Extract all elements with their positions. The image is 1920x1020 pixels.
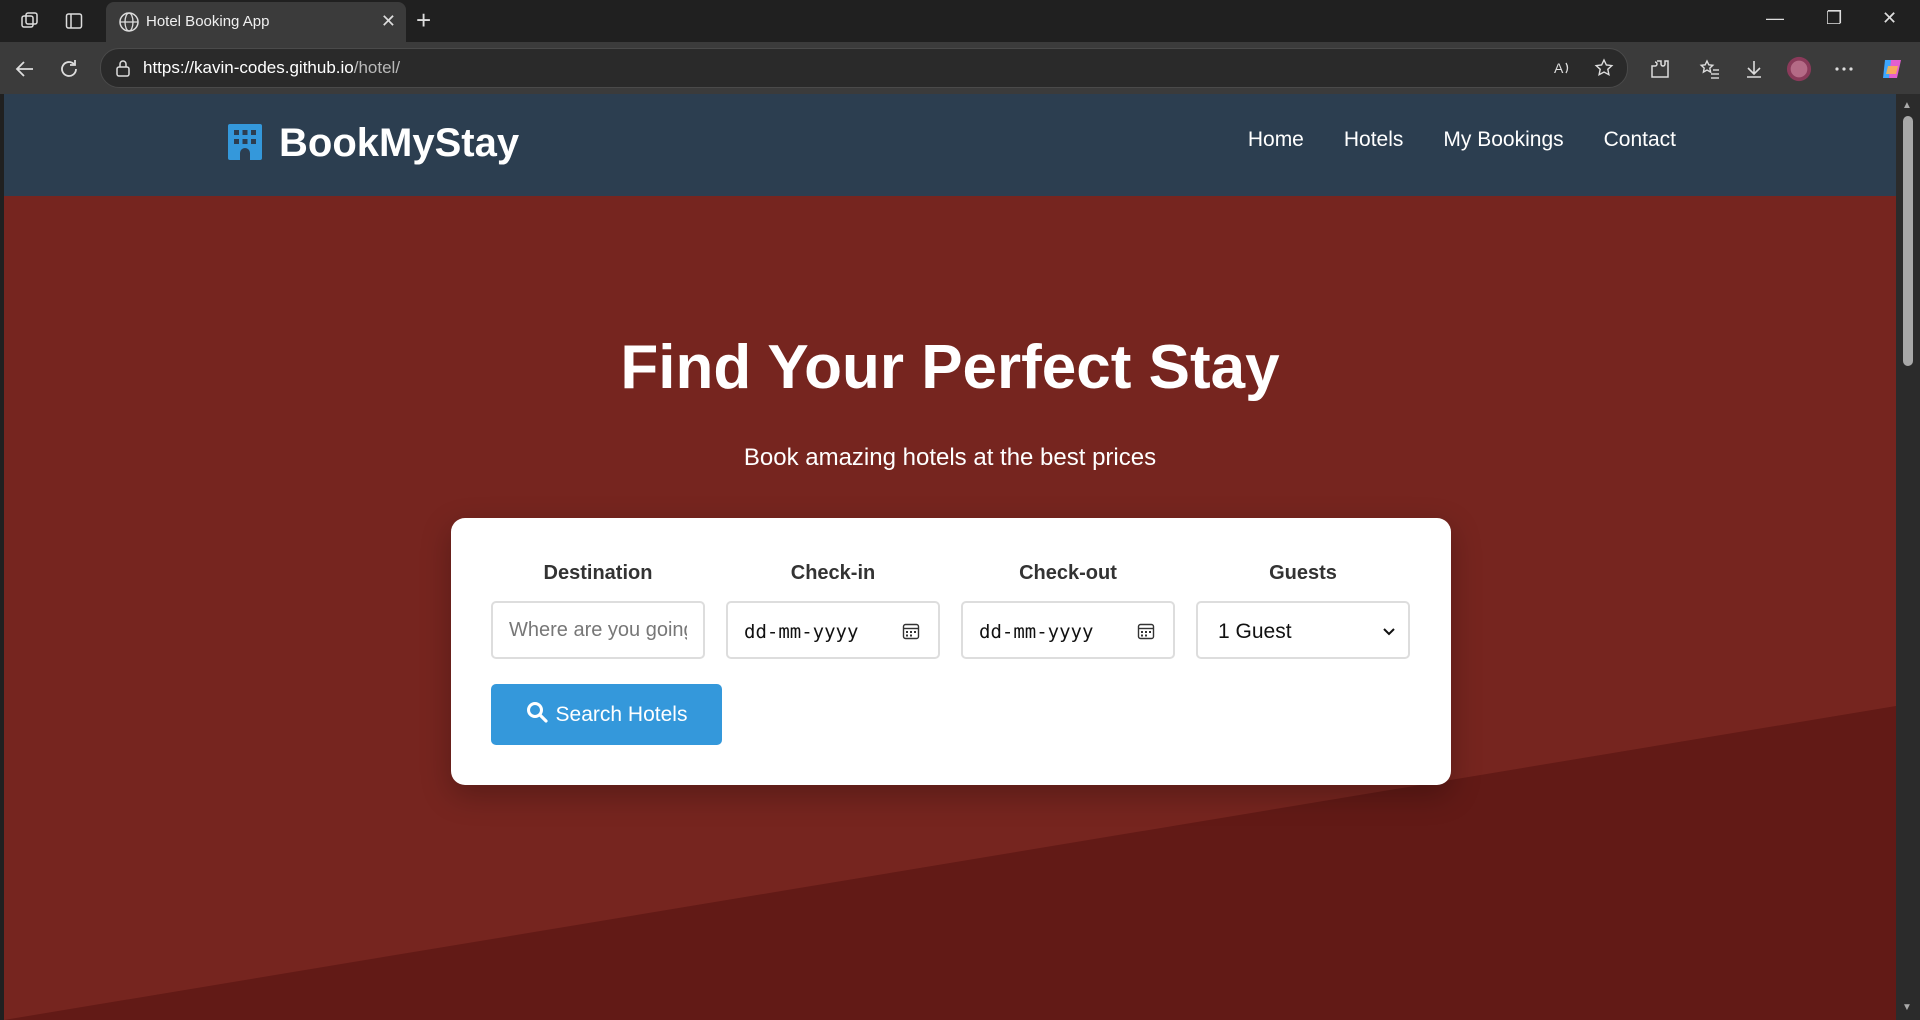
scroll-thumb[interactable] <box>1903 116 1913 366</box>
extensions-icon[interactable] <box>1647 56 1673 82</box>
page-scrollbar[interactable]: ▲ ▼ <box>1896 94 1920 1020</box>
browser-toolbar: https://kavin-codes.github.io/hotel/ A <box>0 42 1920 94</box>
nav-contact[interactable]: Contact <box>1604 128 1676 152</box>
globe-icon <box>118 11 140 38</box>
hero-title: Find Your Perfect Stay <box>620 333 1280 402</box>
search-button-label: Search Hotels <box>555 702 688 726</box>
tab-title: Hotel Booking App <box>146 13 270 30</box>
close-icon[interactable]: ✕ <box>381 12 396 30</box>
checkout-placeholder: dd-mm-yyyy <box>979 621 1094 643</box>
favorite-icon[interactable] <box>1594 58 1614 83</box>
destination-label: Destination <box>543 562 653 584</box>
search-form: Destination Check-in dd-mm-yyyy Check-ou… <box>451 518 1451 785</box>
calendar-icon[interactable] <box>1137 622 1155 645</box>
page-viewport: BookMyStay Home Hotels My Bookings Conta… <box>4 94 1896 1020</box>
new-tab-icon[interactable]: + <box>416 7 431 33</box>
scroll-up-icon[interactable]: ▲ <box>1902 100 1912 111</box>
hero-subtitle: Book amazing hotels at the best prices <box>743 444 1157 471</box>
guests-select[interactable]: 1 Guest <box>1196 601 1410 659</box>
nav-home[interactable]: Home <box>1248 128 1304 152</box>
checkin-placeholder: dd-mm-yyyy <box>744 621 859 643</box>
url-text: https://kavin-codes.github.io/hotel/ <box>143 58 400 78</box>
favorites-icon[interactable] <box>1697 56 1723 82</box>
window-close-icon[interactable]: ✕ <box>1882 8 1897 29</box>
downloads-icon[interactable] <box>1741 56 1767 82</box>
more-icon[interactable] <box>1831 56 1857 82</box>
address-bar[interactable]: https://kavin-codes.github.io/hotel/ A <box>100 48 1628 88</box>
brand-name: BookMyStay <box>279 120 520 165</box>
checkin-label: Check-in <box>790 562 876 584</box>
chevron-down-icon <box>1382 625 1396 643</box>
scroll-down-icon[interactable]: ▼ <box>1902 1002 1912 1013</box>
browser-tab-bar: Hotel Booking App ✕ + — ❐ ✕ <box>0 0 1920 42</box>
site-header: BookMyStay Home Hotels My Bookings Conta… <box>4 94 1896 196</box>
refresh-icon[interactable] <box>56 56 82 82</box>
guests-label: Guests <box>1269 562 1337 584</box>
search-icon <box>526 701 548 729</box>
back-icon[interactable] <box>12 56 38 82</box>
destination-box <box>491 601 705 659</box>
nav-my-bookings[interactable]: My Bookings <box>1443 128 1563 152</box>
main-nav: Home Hotels My Bookings Contact <box>1248 128 1676 152</box>
guests-selected-value: 1 Guest <box>1218 620 1292 643</box>
copilot-icon[interactable] <box>1879 56 1905 82</box>
svg-text:A: A <box>1554 60 1564 76</box>
profile-avatar[interactable] <box>1786 56 1812 82</box>
destination-group: Destination <box>491 562 705 659</box>
minimize-icon[interactable]: — <box>1766 8 1784 29</box>
destination-input[interactable] <box>493 603 703 657</box>
brand-logo[interactable]: BookMyStay <box>225 118 519 168</box>
checkin-group: Check-in dd-mm-yyyy <box>726 562 940 659</box>
url-host: https://kavin-codes.github.io <box>143 58 354 77</box>
lock-icon[interactable] <box>115 59 131 82</box>
search-hotels-button[interactable]: Search Hotels <box>491 684 722 745</box>
read-aloud-icon[interactable]: A <box>1553 58 1573 83</box>
nav-hotels[interactable]: Hotels <box>1344 128 1404 152</box>
checkout-label: Check-out <box>1019 562 1117 584</box>
calendar-icon[interactable] <box>902 622 920 645</box>
checkout-input[interactable]: dd-mm-yyyy <box>961 601 1175 659</box>
guests-group: Guests 1 Guest <box>1196 562 1410 659</box>
browser-tab[interactable]: Hotel Booking App ✕ <box>106 2 406 42</box>
restore-icon[interactable]: ❐ <box>1826 8 1842 29</box>
hotel-building-icon <box>225 121 265 166</box>
tab-actions-icon[interactable] <box>62 9 86 33</box>
checkout-group: Check-out dd-mm-yyyy <box>961 562 1175 659</box>
url-path: /hotel/ <box>353 58 401 77</box>
checkin-input[interactable]: dd-mm-yyyy <box>726 601 940 659</box>
workspaces-icon[interactable] <box>18 9 42 33</box>
